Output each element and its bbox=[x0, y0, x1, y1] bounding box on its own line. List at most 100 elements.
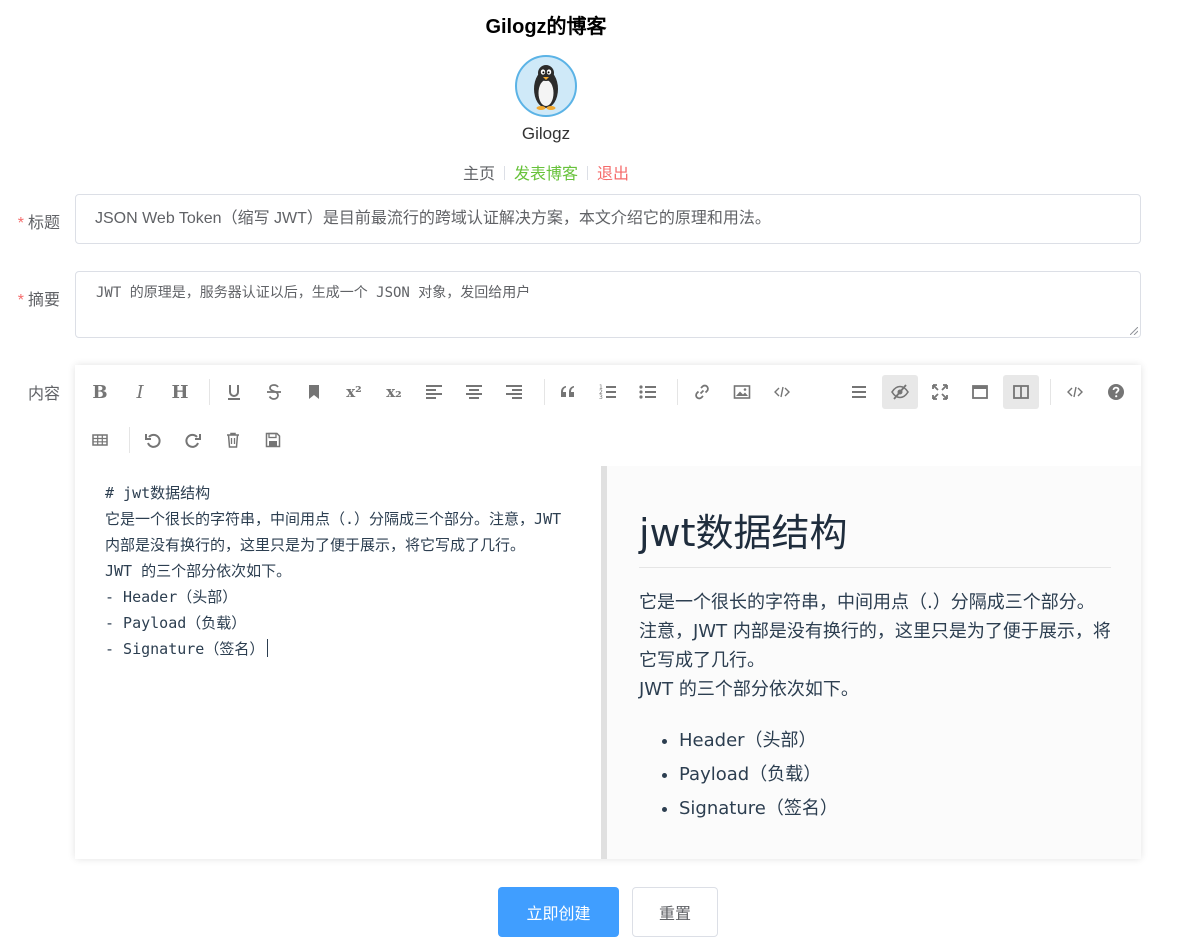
title-label-text: 标题 bbox=[27, 215, 60, 232]
summary-label-text: 摘要 bbox=[27, 292, 60, 309]
bold-button[interactable]: B bbox=[82, 375, 118, 409]
nav-divider bbox=[587, 166, 588, 180]
italic-button[interactable]: I bbox=[122, 375, 158, 409]
redo-button[interactable] bbox=[175, 423, 211, 457]
toolbar-separator bbox=[129, 427, 130, 453]
strikethrough-icon bbox=[267, 384, 281, 400]
reset-button[interactable]: 重置 bbox=[632, 887, 718, 937]
list-item: Signature（签名） bbox=[679, 792, 1111, 826]
required-mark: * bbox=[17, 215, 24, 232]
underline-button[interactable] bbox=[216, 375, 252, 409]
code-button[interactable] bbox=[764, 375, 800, 409]
preview-toggle-button[interactable] bbox=[882, 375, 918, 409]
nav-post-link[interactable]: 发表博客 bbox=[514, 166, 578, 183]
link-button[interactable] bbox=[684, 375, 720, 409]
save-button[interactable] bbox=[255, 423, 291, 457]
strikethrough-button[interactable] bbox=[256, 375, 292, 409]
split-view-button[interactable] bbox=[1003, 375, 1039, 409]
align-right-icon bbox=[506, 385, 522, 399]
align-center-button[interactable] bbox=[456, 375, 492, 409]
window-button[interactable] bbox=[962, 375, 998, 409]
table-icon bbox=[92, 434, 108, 446]
code-icon bbox=[1067, 386, 1083, 398]
toolbar-separator bbox=[544, 379, 545, 405]
ordered-list-button[interactable]: 123 bbox=[590, 375, 626, 409]
menu-icon bbox=[852, 386, 866, 398]
subscript-button[interactable]: x₂ bbox=[376, 375, 412, 409]
avatar[interactable] bbox=[515, 55, 577, 117]
toolbar-separator bbox=[209, 379, 210, 405]
underline-icon bbox=[228, 385, 240, 400]
expand-icon bbox=[932, 384, 948, 400]
editor-toolbar: B I H x² x₂ 123 bbox=[75, 365, 1141, 466]
required-mark: * bbox=[17, 292, 24, 309]
username: Gilogz bbox=[521, 124, 571, 143]
nav-home-link[interactable]: 主页 bbox=[463, 166, 495, 183]
markdown-preview: jwt数据结构 它是一个很长的字符串，中间用点（.）分隔成三个部分。注意，JWT… bbox=[607, 466, 1141, 859]
fullscreen-button[interactable] bbox=[922, 375, 958, 409]
quote-icon bbox=[561, 386, 574, 397]
svg-text:3: 3 bbox=[599, 394, 603, 401]
italic-icon: I bbox=[136, 381, 144, 403]
blog-title: Gilogz的博客 bbox=[485, 16, 607, 38]
undo-icon bbox=[145, 433, 161, 448]
align-left-icon bbox=[426, 385, 442, 399]
create-button[interactable]: 立即创建 bbox=[498, 887, 619, 937]
summary-label: * 摘要 bbox=[0, 286, 60, 310]
toolbar-separator bbox=[1050, 379, 1051, 405]
summary-text: JWT 的原理是，服务器认证以后，生成一个 JSON 对象，发回给用户 bbox=[96, 285, 531, 301]
ordered-list-icon: 123 bbox=[599, 384, 616, 401]
html-code-button[interactable] bbox=[1057, 375, 1093, 409]
content-label: 内容 bbox=[27, 386, 60, 403]
unordered-list-icon bbox=[639, 385, 656, 399]
align-center-icon bbox=[466, 385, 482, 399]
unordered-list-button[interactable] bbox=[630, 375, 666, 409]
markdown-source-textarea[interactable]: # jwt数据结构 它是一个很长的字符串，中间用点（.）分隔成三个部分。注意，J… bbox=[75, 466, 601, 859]
help-button[interactable] bbox=[1098, 375, 1134, 409]
summary-textarea[interactable]: JWT 的原理是，服务器认证以后，生成一个 JSON 对象，发回给用户 bbox=[75, 271, 1141, 338]
bold-icon: B bbox=[92, 381, 108, 403]
nav-divider bbox=[503, 166, 505, 180]
header-button[interactable]: H bbox=[162, 375, 198, 409]
subscript-icon: x₂ bbox=[386, 383, 402, 401]
resize-grip-icon[interactable] bbox=[1130, 327, 1138, 335]
preview-list: Header（头部） Payload（负载） Signature（签名） bbox=[639, 724, 1111, 826]
align-right-button[interactable] bbox=[496, 375, 532, 409]
header-icon: H bbox=[171, 381, 189, 403]
mark-button[interactable] bbox=[296, 375, 332, 409]
navigation-button[interactable] bbox=[841, 375, 877, 409]
save-icon bbox=[265, 432, 281, 448]
preview-paragraph: JWT 的三个部分依次如下。 bbox=[639, 679, 859, 700]
question-circle-icon bbox=[1108, 384, 1124, 400]
top-nav: 主页 发表博客 退出 bbox=[0, 160, 1092, 184]
preview-paragraph: 它是一个很长的字符串，中间用点（.）分隔成三个部分。注意，JWT 内部是没有换行… bbox=[639, 592, 1111, 671]
superscript-icon: x² bbox=[346, 383, 362, 401]
markdown-source-text: # jwt数据结构 它是一个很长的字符串，中间用点（.）分隔成三个部分。注意，J… bbox=[105, 484, 562, 658]
code-icon bbox=[774, 386, 790, 398]
list-item: Payload（负载） bbox=[679, 758, 1111, 792]
image-icon bbox=[733, 385, 751, 399]
redo-icon bbox=[185, 433, 201, 448]
superscript-button[interactable]: x² bbox=[336, 375, 372, 409]
toolbar-separator bbox=[677, 379, 678, 405]
markdown-editor: B I H x² x₂ 123 # jwt数据结构 它是一个很长的字符串，中间用… bbox=[75, 365, 1141, 859]
nav-logout-link[interactable]: 退出 bbox=[597, 166, 629, 183]
trash-icon bbox=[227, 432, 239, 448]
eye-slash-icon bbox=[891, 384, 909, 400]
align-left-button[interactable] bbox=[416, 375, 452, 409]
table-button[interactable] bbox=[82, 423, 118, 457]
list-item: Header（头部） bbox=[679, 724, 1111, 758]
link-icon bbox=[695, 384, 709, 400]
columns-icon bbox=[1013, 385, 1029, 399]
clear-button[interactable] bbox=[215, 423, 251, 457]
text-cursor bbox=[267, 639, 269, 657]
bookmark-icon bbox=[309, 385, 319, 399]
preview-heading: jwt数据结构 bbox=[639, 502, 1111, 568]
title-input[interactable]: JSON Web Token（缩写 JWT）是目前最流行的跨域认证解决方案，本文… bbox=[75, 194, 1141, 244]
title-label: * 标题 bbox=[0, 209, 60, 233]
window-icon bbox=[972, 385, 988, 399]
penguin-icon bbox=[534, 65, 558, 110]
image-button[interactable] bbox=[724, 375, 760, 409]
undo-button[interactable] bbox=[135, 423, 171, 457]
quote-button[interactable] bbox=[550, 375, 586, 409]
